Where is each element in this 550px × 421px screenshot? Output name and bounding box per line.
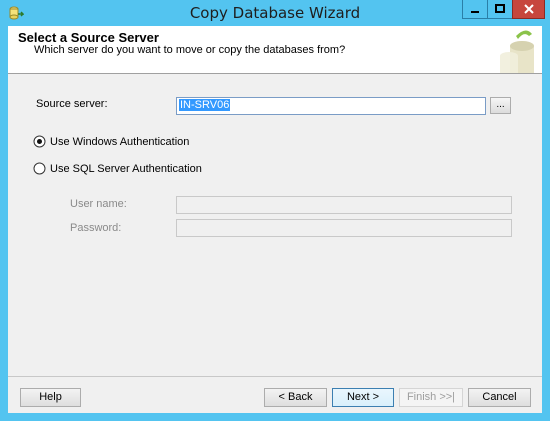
- cancel-button[interactable]: Cancel: [468, 388, 531, 407]
- source-server-label: Source server:: [36, 98, 108, 110]
- page-subtitle: Which server do you want to move or copy…: [34, 44, 346, 56]
- page-title: Select a Source Server: [18, 30, 159, 45]
- database-logo-icon: [500, 30, 534, 73]
- back-button[interactable]: < Back: [264, 388, 327, 407]
- browse-label: ...: [496, 99, 505, 110]
- close-button[interactable]: [512, 0, 545, 19]
- password-input[interactable]: [176, 219, 512, 237]
- username-label: User name:: [70, 198, 127, 210]
- wizard-header: Select a Source Server Which server do y…: [8, 26, 542, 74]
- close-icon: [523, 4, 534, 14]
- browse-server-button[interactable]: ...: [490, 97, 511, 114]
- maximize-button[interactable]: [487, 0, 513, 19]
- minimize-icon: [471, 11, 479, 13]
- help-button[interactable]: Help: [20, 388, 81, 407]
- windows-auth-label[interactable]: Use Windows Authentication: [50, 136, 189, 148]
- source-server-value: IN-SRV06: [179, 99, 231, 111]
- sql-auth-radio[interactable]: [33, 162, 46, 175]
- title-bar: Copy Database Wizard: [0, 0, 550, 26]
- minimize-button[interactable]: [462, 0, 488, 19]
- sql-auth-label[interactable]: Use SQL Server Authentication: [50, 163, 202, 175]
- finish-button[interactable]: Finish >>|: [399, 388, 463, 407]
- next-button[interactable]: Next >: [332, 388, 394, 407]
- password-label: Password:: [70, 222, 122, 234]
- footer-divider: [8, 376, 542, 377]
- username-input[interactable]: [176, 196, 512, 214]
- wizard-window: Copy Database Wizard Select a Source Ser…: [0, 0, 550, 421]
- wizard-body: Select a Source Server Which server do y…: [8, 26, 542, 413]
- windows-auth-radio[interactable]: [33, 135, 46, 148]
- maximize-icon: [495, 4, 505, 13]
- source-server-input[interactable]: IN-SRV06: [176, 97, 486, 115]
